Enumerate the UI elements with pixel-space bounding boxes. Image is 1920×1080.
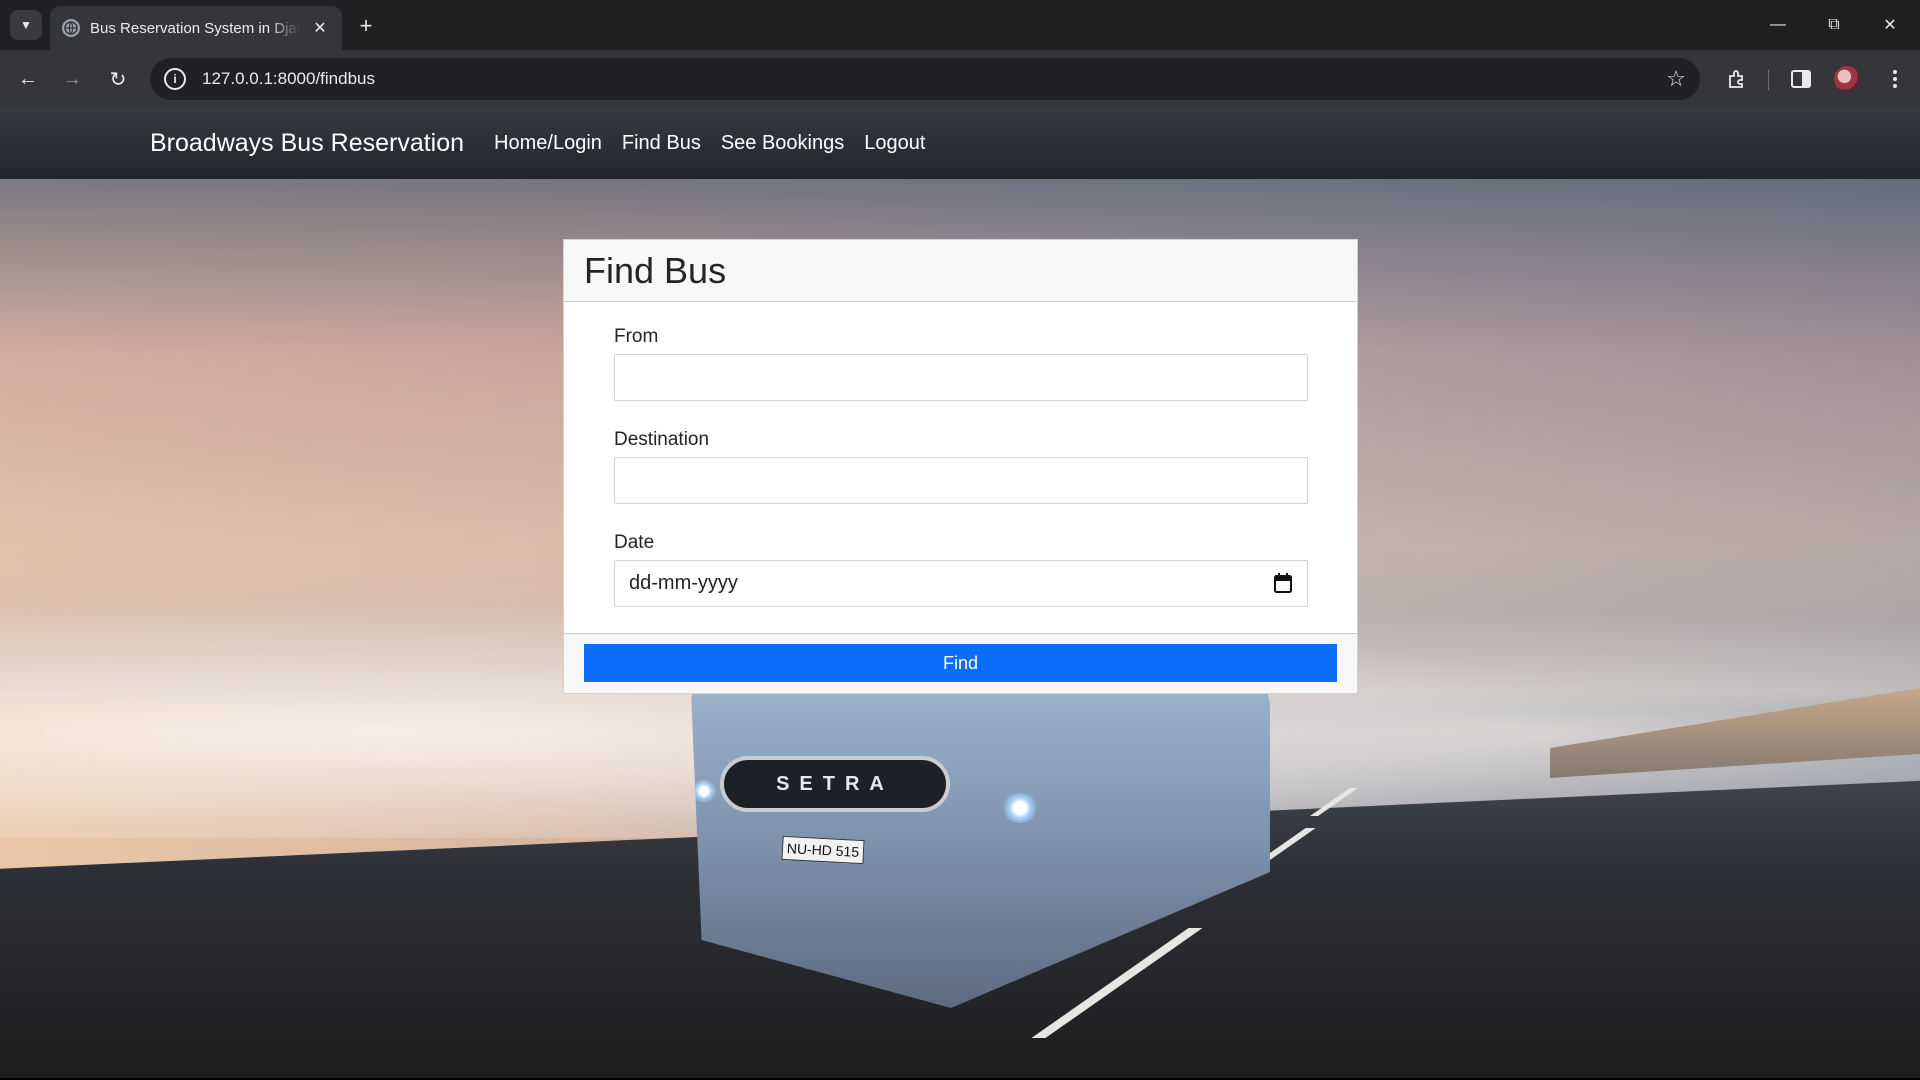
date-label: Date [614,532,655,553]
address-bar[interactable]: i 127.0.0.1:8000/findbus ☆ [150,58,1700,100]
find-bus-form: From Destination Date dd-mm-yyyy [564,302,1357,607]
bus-license-plate: NU-HD 515 [781,835,865,865]
bus-headlight [1000,793,1040,823]
find-bus-card: Find Bus From Destination Date dd-mm-yyy… [563,239,1358,694]
nav-link-home-login[interactable]: Home/Login [494,132,602,155]
from-label: From [614,326,659,347]
date-input[interactable]: dd-mm-yyyy [614,560,1308,607]
card-footer: Find [564,633,1357,693]
bus-headlight [690,780,718,802]
profile-avatar[interactable] [1834,66,1860,92]
toolbar-separator [1768,70,1769,90]
side-panel-icon[interactable] [1786,64,1816,94]
back-icon[interactable]: ← [12,63,44,95]
browser-tab[interactable]: Bus Reservation System in Djan ✕ [50,6,342,50]
find-button[interactable]: Find [584,644,1337,682]
site-info-icon[interactable]: i [164,68,186,90]
browser-tabstrip: ▼ Bus Reservation System in Djan ✕ + — ⧉… [0,0,1920,50]
web-page: SETRA NU-HD 515 Broadways Bus Reservatio… [0,108,1920,1080]
nav-link-find-bus[interactable]: Find Bus [622,132,701,155]
bookmark-star-icon[interactable]: ☆ [1666,66,1686,92]
date-field[interactable]: dd-mm-yyyy [614,560,1308,607]
new-tab-button[interactable]: + [352,12,380,40]
calendar-icon[interactable] [1274,573,1292,593]
site-navbar: Broadways Bus Reservation Home/Login Fin… [0,108,1920,179]
tab-close-icon[interactable]: ✕ [310,18,330,38]
minimize-icon[interactable]: — [1758,8,1798,42]
navbar-brand[interactable]: Broadways Bus Reservation [150,129,464,158]
tab-search-button[interactable]: ▼ [10,10,42,40]
close-window-icon[interactable]: ✕ [1870,8,1910,42]
destination-input[interactable] [614,457,1308,504]
from-input[interactable] [614,354,1308,401]
extensions-icon[interactable] [1722,64,1752,94]
menu-kebab-icon[interactable] [1880,64,1910,94]
restore-icon[interactable]: ⧉ [1814,8,1854,42]
reload-icon[interactable]: ↻ [102,63,134,95]
url-text: 127.0.0.1:8000/findbus [202,69,375,88]
tab-title: Bus Reservation System in Djan [90,19,300,37]
bus-brand-logo: SETRA [720,756,950,812]
nav-link-logout[interactable]: Logout [864,132,925,155]
page-title: Find Bus [584,249,727,291]
destination-label: Destination [614,429,710,450]
nav-link-see-bookings[interactable]: See Bookings [721,132,844,155]
forward-icon[interactable]: → [56,63,88,95]
browser-toolbar: ← → ↻ i 127.0.0.1:8000/findbus ☆ [0,50,1920,108]
card-header: Find Bus [564,240,1357,302]
chevron-down-icon: ▼ [20,18,32,32]
globe-icon [62,19,80,37]
